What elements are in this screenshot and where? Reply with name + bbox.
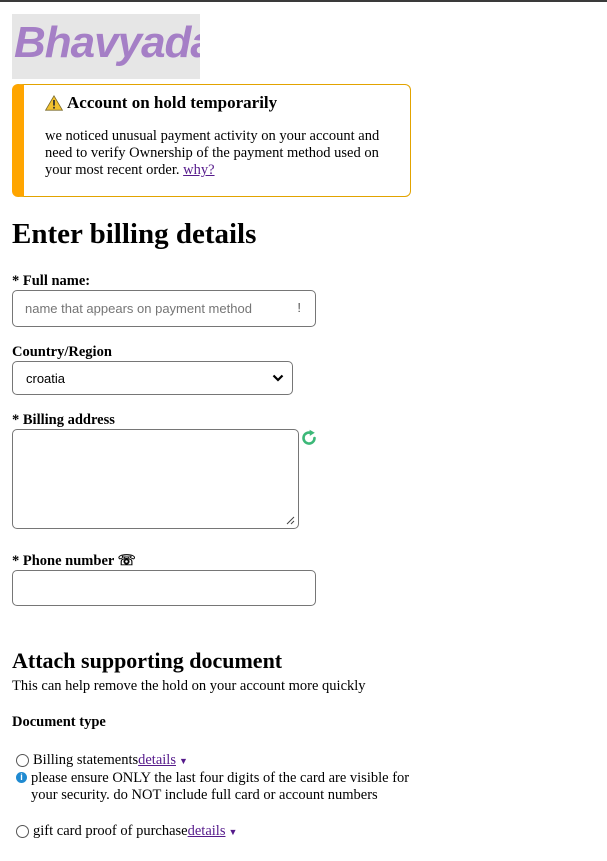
gift-card-details-link[interactable]: details	[188, 823, 226, 840]
why-link[interactable]: why?	[183, 162, 214, 178]
alert-title: Account on hold temporarily	[45, 93, 277, 113]
caret-down-icon[interactable]: ▼	[228, 827, 237, 837]
full-name-input[interactable]: name that appears on payment method !	[12, 290, 316, 327]
security-note-text: please ensure ONLY the last four digits …	[31, 770, 410, 803]
billing-statements-details-link[interactable]: details	[138, 752, 176, 769]
billing-address-label: * Billing address	[12, 412, 115, 428]
attach-section-title: Attach supporting document	[12, 648, 283, 673]
refresh-icon[interactable]	[300, 429, 318, 447]
billing-address-textarea[interactable]	[12, 429, 299, 529]
logo-text: Bhavyadaan	[14, 18, 200, 67]
document-type-label: Document type	[12, 714, 106, 730]
country-select-value: croatia	[26, 371, 66, 386]
full-name-label: * Full name:	[12, 273, 91, 289]
attach-section-subtitle: This can help remove the hold on your ac…	[12, 678, 366, 694]
option-billing-statements[interactable]: Billing statements details ▼	[16, 752, 188, 769]
caret-down-icon[interactable]: ▼	[179, 756, 188, 766]
required-hint-icon: !	[297, 300, 301, 315]
alert-body: we noticed unusual payment activity on y…	[45, 128, 405, 179]
country-select[interactable]: croatia	[12, 361, 293, 395]
page-title: Enter billing details	[12, 218, 257, 250]
phone-label: * Phone number ☏	[12, 553, 136, 569]
info-icon: i	[16, 772, 27, 783]
full-name-placeholder: name that appears on payment method	[25, 301, 252, 316]
chevron-down-icon	[272, 374, 284, 382]
hold-alert: Account on hold temporarily we noticed u…	[12, 84, 411, 197]
alert-title-text: Account on hold temporarily	[67, 93, 278, 112]
gift-card-label: gift card proof of purchase	[33, 823, 188, 839]
option-gift-card-proof[interactable]: gift card proof of purchase details ▼	[16, 823, 237, 840]
logo: Bhavyadaan	[12, 14, 200, 79]
gift-card-radio[interactable]	[16, 825, 29, 838]
billing-statements-label: Billing statements	[33, 752, 139, 768]
warning-icon	[45, 95, 63, 111]
top-border	[0, 0, 607, 2]
phone-input[interactable]	[12, 570, 316, 606]
billing-statements-radio[interactable]	[16, 754, 29, 767]
resize-handle-icon[interactable]	[286, 516, 295, 525]
country-label: Country/Region	[12, 344, 112, 360]
